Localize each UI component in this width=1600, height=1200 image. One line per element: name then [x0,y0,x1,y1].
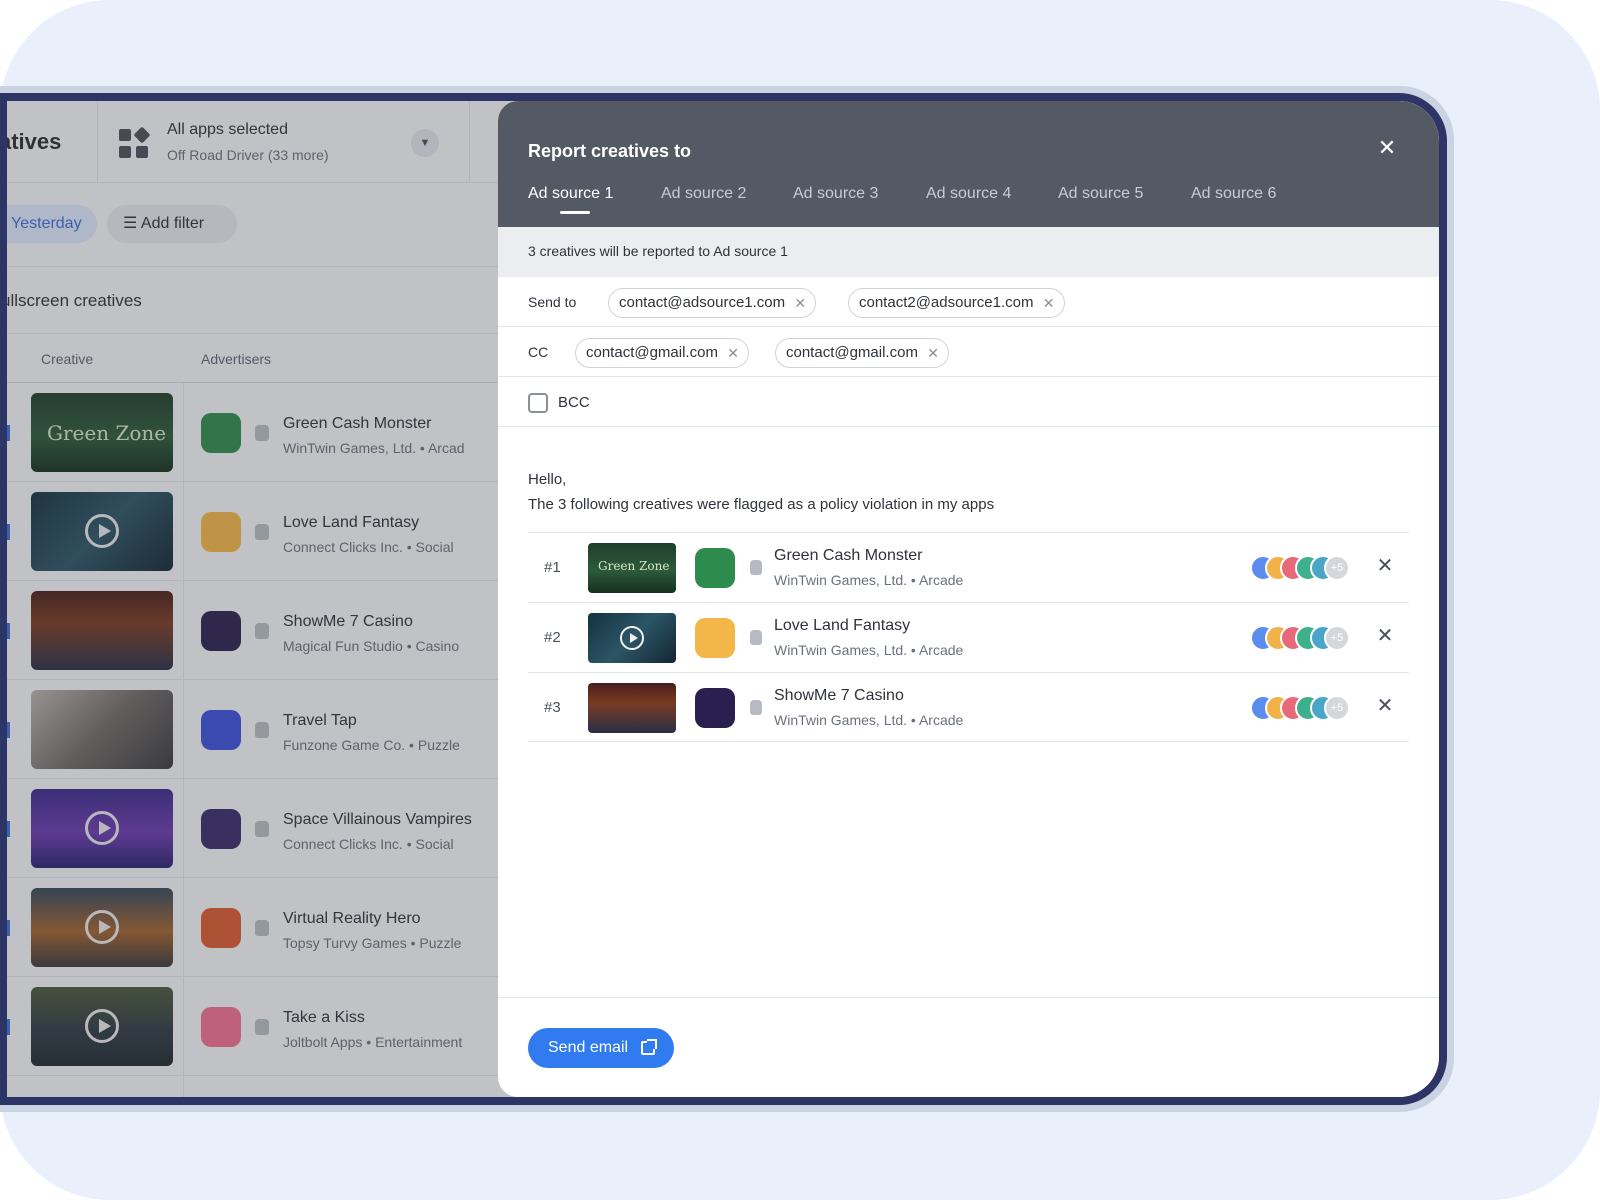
tab-ad-source-5[interactable]: Ad source 5 [1058,185,1143,203]
creative-app-name: ShowMe 7 Casino [774,687,904,704]
android-icon [750,560,762,575]
send-to-field: Send to contact@adsource1.com ✕ contact2… [498,277,1439,327]
creative-app-name: Love Land Fantasy [774,617,911,634]
avatar-group[interactable]: +5 [1250,695,1350,721]
remove-chip-icon[interactable]: ✕ [727,339,739,367]
creative-thumbnail[interactable] [588,613,676,663]
avatar-more-count: +5 [1324,625,1350,651]
remove-chip-icon[interactable]: ✕ [1043,289,1055,317]
creative-thumbnail[interactable]: Green Zone [588,543,676,593]
creative-publisher: WinTwin Games, Ltd. • Arcade [774,572,964,588]
cc-chip[interactable]: contact@gmail.com ✕ [575,338,749,368]
cc-label: CC [528,344,549,360]
remove-creative-icon[interactable]: ✕ [1374,695,1396,717]
active-tab-indicator [560,211,590,214]
send-to-label: Send to [528,294,577,310]
creative-publisher: WinTwin Games, Ltd. • Arcade [774,712,964,728]
app-icon [695,688,735,728]
creative-number: #1 [544,559,561,576]
info-text: 3 creatives will be reported to Ad sourc… [528,243,788,259]
recipient-email: contact@adsource1.com [619,294,786,311]
tab-ad-source-3[interactable]: Ad source 3 [793,185,878,203]
tab-ad-source-1[interactable]: Ad source 1 [528,185,613,203]
creative-number: #3 [544,699,561,716]
remove-chip-icon[interactable]: ✕ [794,289,806,317]
recipient-chip[interactable]: contact2@adsource1.com ✕ [848,288,1065,318]
bcc-field: BCC [498,377,1439,427]
android-icon [750,700,762,715]
device-screen: atives All apps selected Off Road Driver… [0,93,1447,1105]
external-link-icon [641,1039,657,1055]
tab-ad-source-6[interactable]: Ad source 6 [1191,185,1276,203]
creative-row: #3 ShowMe 7 Casino WinTwin Games, Ltd. •… [528,672,1409,742]
avatar-group[interactable]: +5 [1250,625,1350,651]
avatar-more-count: +5 [1324,695,1350,721]
creative-row: #2 Love Land Fantasy WinTwin Games, Ltd.… [528,602,1409,672]
creative-row: #1 Green Zone Green Cash Monster WinTwin… [528,532,1409,602]
creative-thumbnail[interactable] [588,683,676,733]
android-icon [750,630,762,645]
close-icon[interactable]: ✕ [1376,137,1398,159]
bcc-checkbox[interactable] [528,393,548,413]
remove-creative-icon[interactable]: ✕ [1374,625,1396,647]
remove-chip-icon[interactable]: ✕ [927,339,939,367]
cc-field: CC contact@gmail.com ✕ contact@gmail.com… [498,327,1439,377]
recipient-chip[interactable]: contact@adsource1.com ✕ [608,288,817,318]
send-email-button[interactable]: Send email [528,1028,674,1068]
info-bar: 3 creatives will be reported to Ad sourc… [498,227,1439,277]
modal-header: Report creatives to ✕ Ad source 1 Ad sou… [498,101,1439,227]
avatar-group[interactable]: +5 [1250,555,1350,581]
app-icon [695,618,735,658]
creatives-page: atives All apps selected Off Road Driver… [7,101,527,1097]
remove-creative-icon[interactable]: ✕ [1374,555,1396,577]
app-window: atives All apps selected Off Road Driver… [7,101,1439,1097]
tab-ad-source-4[interactable]: Ad source 4 [926,185,1011,203]
bcc-label[interactable]: BCC [558,394,590,411]
message-body[interactable]: The 3 following creatives were flagged a… [528,496,994,513]
send-email-label: Send email [548,1039,629,1056]
recipient-email: contact2@adsource1.com [859,294,1034,311]
avatar-more-count: +5 [1324,555,1350,581]
app-icon [695,548,735,588]
creative-publisher: WinTwin Games, Ltd. • Arcade [774,642,964,658]
modal-title: Report creatives to [528,141,692,161]
report-modal: Report creatives to ✕ Ad source 1 Ad sou… [498,101,1439,1097]
cc-email: contact@gmail.com [586,344,718,361]
cc-email: contact@gmail.com [786,344,918,361]
modal-overlay[interactable] [7,101,527,1097]
tab-ad-source-2[interactable]: Ad source 2 [661,185,746,203]
play-icon[interactable] [620,626,644,650]
creative-number: #2 [544,629,561,646]
message-greeting[interactable]: Hello, [528,471,566,488]
creative-app-name: Green Cash Monster [774,547,923,564]
cc-chip[interactable]: contact@gmail.com ✕ [775,338,949,368]
